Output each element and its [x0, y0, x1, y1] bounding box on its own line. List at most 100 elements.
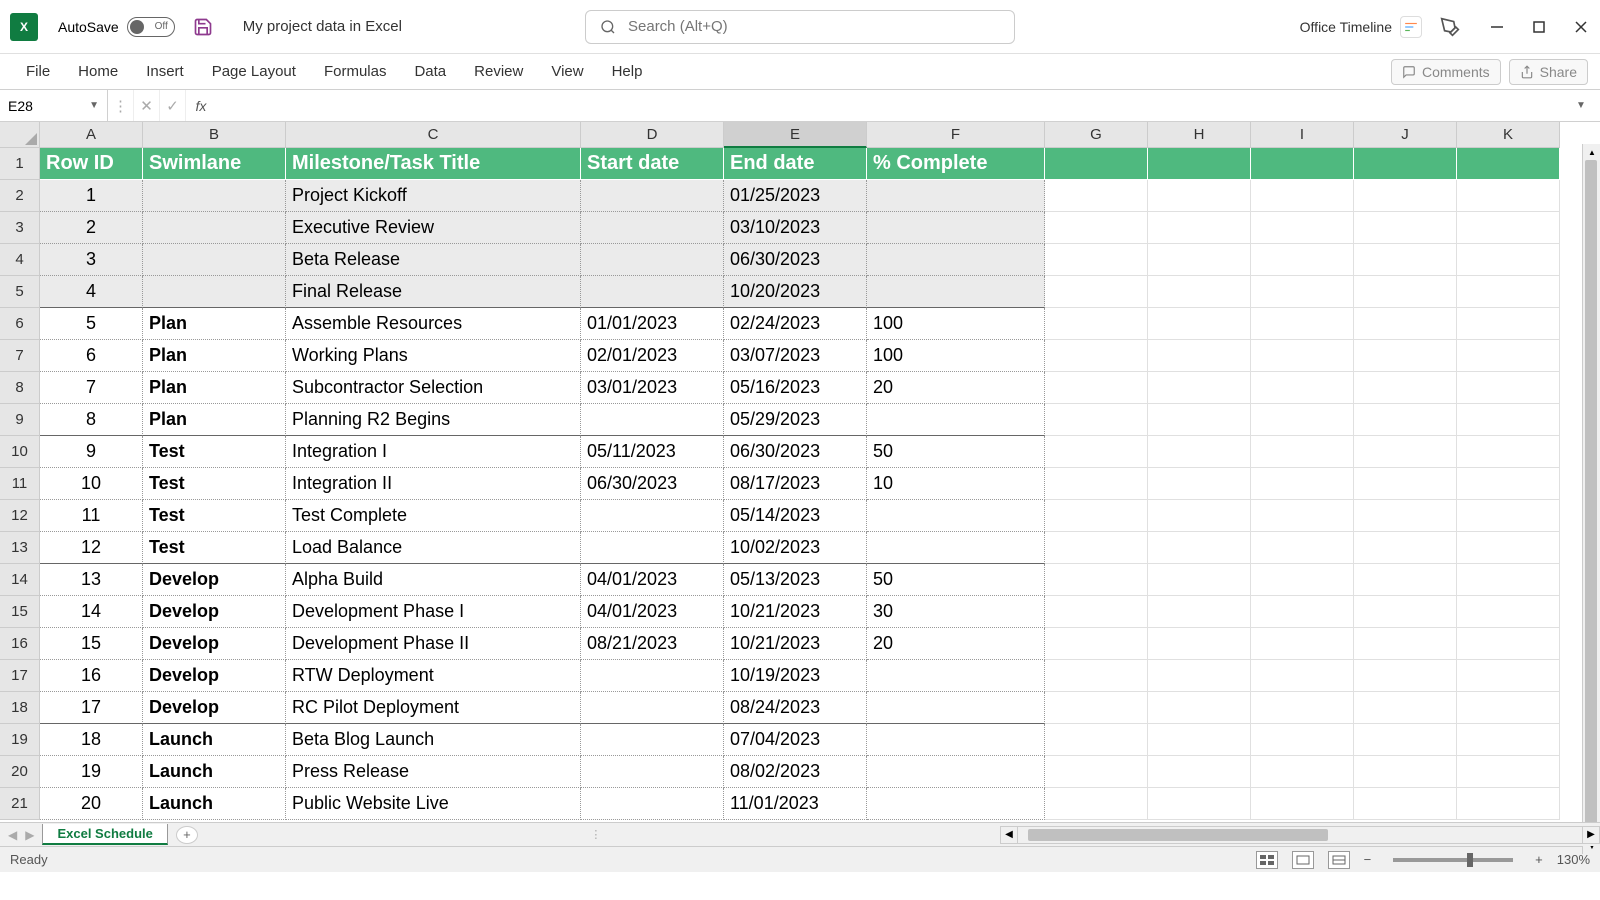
- cell[interactable]: 8: [40, 404, 143, 436]
- cell[interactable]: Project Kickoff: [286, 180, 581, 212]
- row-header-4[interactable]: 4: [0, 244, 40, 276]
- cell[interactable]: [1148, 340, 1251, 372]
- cell[interactable]: [1251, 788, 1354, 820]
- cell[interactable]: 100: [867, 340, 1045, 372]
- cell[interactable]: [1354, 436, 1457, 468]
- cell[interactable]: [867, 756, 1045, 788]
- cell[interactable]: [581, 180, 724, 212]
- cell[interactable]: 04/01/2023: [581, 596, 724, 628]
- enter-formula-button[interactable]: ✓: [160, 90, 186, 121]
- cell[interactable]: [1148, 500, 1251, 532]
- cell[interactable]: [1251, 308, 1354, 340]
- cell[interactable]: 20: [867, 628, 1045, 660]
- cell[interactable]: 50: [867, 436, 1045, 468]
- ribbon-tab-page-layout[interactable]: Page Layout: [198, 63, 310, 80]
- cell[interactable]: Develop: [143, 564, 286, 596]
- fx-label[interactable]: fx: [186, 98, 216, 114]
- cancel-formula-button[interactable]: ✕: [134, 90, 160, 121]
- maximize-button[interactable]: [1530, 18, 1548, 36]
- cell[interactable]: 20: [40, 788, 143, 820]
- cell[interactable]: 04/01/2023: [581, 564, 724, 596]
- cell[interactable]: Plan: [143, 372, 286, 404]
- cell[interactable]: [581, 276, 724, 308]
- cell[interactable]: 08/24/2023: [724, 692, 867, 724]
- sheet-next-button[interactable]: ▶: [25, 828, 34, 842]
- row-header-12[interactable]: 12: [0, 500, 40, 532]
- vscroll-thumb[interactable]: [1585, 160, 1597, 830]
- cell[interactable]: [1045, 148, 1148, 180]
- cell[interactable]: [581, 788, 724, 820]
- cell[interactable]: [1148, 148, 1251, 180]
- cell[interactable]: [1354, 692, 1457, 724]
- close-button[interactable]: [1572, 18, 1590, 36]
- cell[interactable]: Working Plans: [286, 340, 581, 372]
- cell[interactable]: [1457, 148, 1560, 180]
- ribbon-tab-insert[interactable]: Insert: [132, 63, 198, 80]
- cell[interactable]: [867, 724, 1045, 756]
- zoom-slider[interactable]: [1393, 858, 1513, 862]
- row-header-17[interactable]: 17: [0, 660, 40, 692]
- cell[interactable]: Launch: [143, 756, 286, 788]
- page-layout-view-button[interactable]: [1292, 851, 1314, 869]
- minimize-button[interactable]: [1488, 18, 1506, 36]
- table-header[interactable]: Start date: [581, 148, 724, 180]
- row-header-15[interactable]: 15: [0, 596, 40, 628]
- cell[interactable]: Public Website Live: [286, 788, 581, 820]
- cell[interactable]: [1045, 372, 1148, 404]
- cell[interactable]: 05/29/2023: [724, 404, 867, 436]
- cell[interactable]: [1148, 628, 1251, 660]
- cell[interactable]: 02/01/2023: [581, 340, 724, 372]
- cell[interactable]: 7: [40, 372, 143, 404]
- cell[interactable]: [1045, 532, 1148, 564]
- row-header-7[interactable]: 7: [0, 340, 40, 372]
- page-break-view-button[interactable]: [1328, 851, 1350, 869]
- cell[interactable]: [1251, 372, 1354, 404]
- cell[interactable]: [1354, 308, 1457, 340]
- cell[interactable]: [1045, 788, 1148, 820]
- cell[interactable]: [1354, 468, 1457, 500]
- cell[interactable]: Integration II: [286, 468, 581, 500]
- cell[interactable]: RC Pilot Deployment: [286, 692, 581, 724]
- cell[interactable]: Load Balance: [286, 532, 581, 564]
- cell[interactable]: [1045, 244, 1148, 276]
- cell[interactable]: [1457, 340, 1560, 372]
- row-header-9[interactable]: 9: [0, 404, 40, 436]
- column-header-B[interactable]: B: [143, 122, 286, 148]
- cell[interactable]: [867, 404, 1045, 436]
- cell[interactable]: [1045, 724, 1148, 756]
- cell[interactable]: 19: [40, 756, 143, 788]
- table-header[interactable]: Swimlane: [143, 148, 286, 180]
- cell[interactable]: Alpha Build: [286, 564, 581, 596]
- cell[interactable]: 01/25/2023: [724, 180, 867, 212]
- cell[interactable]: [1045, 564, 1148, 596]
- column-header-E[interactable]: E: [724, 122, 867, 148]
- cell[interactable]: [1251, 276, 1354, 308]
- cell[interactable]: 100: [867, 308, 1045, 340]
- cell[interactable]: 05/14/2023: [724, 500, 867, 532]
- cell[interactable]: 11/01/2023: [724, 788, 867, 820]
- chevron-down-icon[interactable]: ▼: [89, 100, 99, 111]
- scroll-right-button[interactable]: ▶: [1582, 826, 1600, 844]
- cell[interactable]: 05/11/2023: [581, 436, 724, 468]
- cell[interactable]: Planning R2 Begins: [286, 404, 581, 436]
- ribbon-tab-home[interactable]: Home: [64, 63, 132, 80]
- cell[interactable]: 13: [40, 564, 143, 596]
- column-header-F[interactable]: F: [867, 122, 1045, 148]
- cell[interactable]: Press Release: [286, 756, 581, 788]
- cell[interactable]: [581, 692, 724, 724]
- cell[interactable]: [1045, 340, 1148, 372]
- hscroll-track[interactable]: [1018, 826, 1582, 844]
- cell[interactable]: [1354, 596, 1457, 628]
- cell[interactable]: 17: [40, 692, 143, 724]
- cell[interactable]: [1148, 596, 1251, 628]
- scroll-up-button[interactable]: ▲: [1583, 144, 1600, 160]
- cell[interactable]: [1045, 596, 1148, 628]
- cell[interactable]: [1457, 244, 1560, 276]
- cell[interactable]: 20: [867, 372, 1045, 404]
- vertical-scrollbar[interactable]: ▲ ▼: [1582, 144, 1600, 854]
- cell[interactable]: [867, 180, 1045, 212]
- cell[interactable]: [1354, 276, 1457, 308]
- cell[interactable]: [1457, 500, 1560, 532]
- cell[interactable]: 06/30/2023: [724, 244, 867, 276]
- cell[interactable]: 16: [40, 660, 143, 692]
